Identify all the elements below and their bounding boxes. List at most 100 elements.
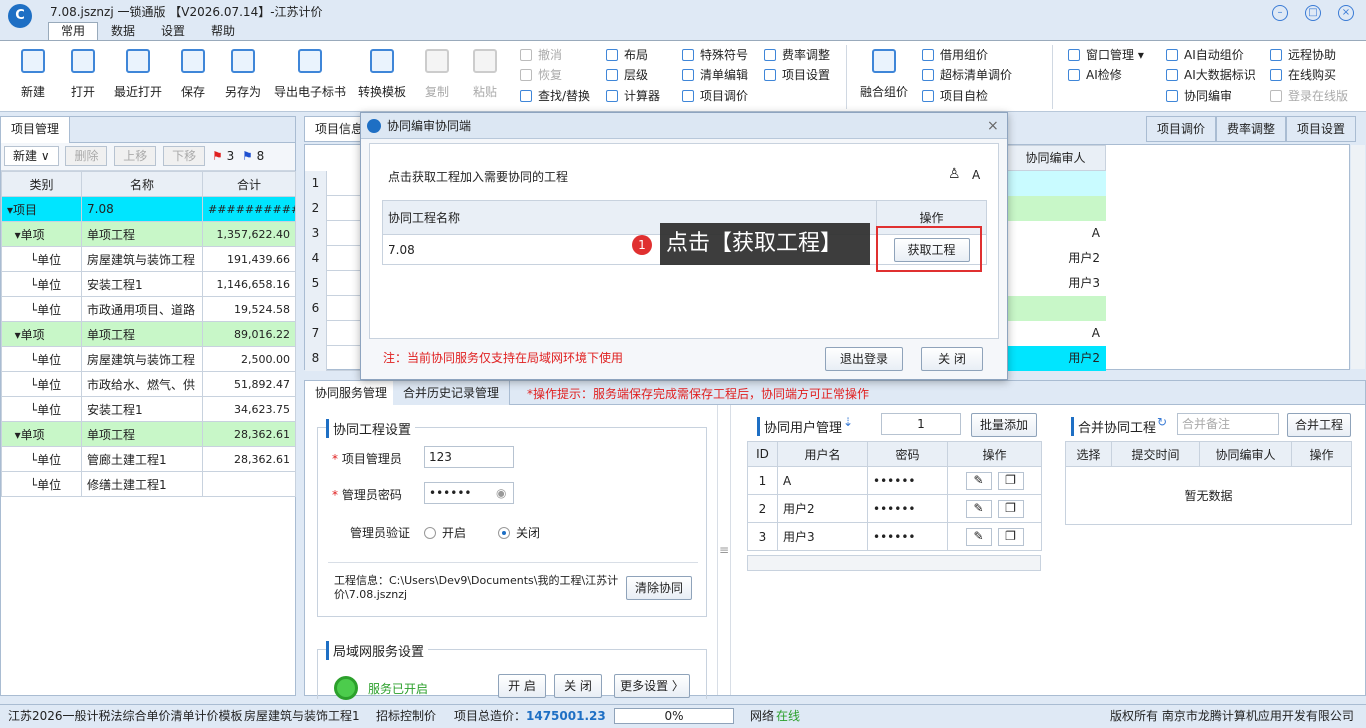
- new-button[interactable]: 新建: [14, 47, 52, 107]
- layout-button[interactable]: 布局: [606, 45, 648, 65]
- tree-row[interactable]: └单位 市政给水、燃气、供 51,892.47: [1, 371, 296, 397]
- tree-row[interactable]: └单位 房屋建筑与装饰工程 191,439.66: [1, 246, 296, 272]
- paste-button[interactable]: 粘贴: [468, 47, 502, 107]
- open-button[interactable]: 打开: [64, 47, 102, 107]
- tab-merge-history[interactable]: 合并历史记录管理: [393, 381, 511, 405]
- project-self-check-button[interactable]: 项目自检: [922, 86, 988, 106]
- manager-field[interactable]: 123: [424, 446, 514, 468]
- tree-row[interactable]: ▾单项 单项工程 1,357,622.40: [1, 221, 296, 247]
- cart-icon: [1270, 69, 1282, 81]
- logout-button[interactable]: 退出登录: [825, 347, 903, 371]
- vertical-scrollbar[interactable]: [1351, 145, 1365, 369]
- red-flag-icon[interactable]: ⚑: [212, 149, 223, 163]
- tab-collab-service[interactable]: 协同服务管理: [305, 381, 399, 405]
- tree-row[interactable]: └单位 管廊土建工程1 28,362.61: [1, 446, 296, 472]
- project-settings-button[interactable]: 项目设置: [764, 65, 830, 85]
- tab-common[interactable]: 常用: [48, 22, 98, 40]
- tree-row[interactable]: ▾单项 单项工程 28,362.61: [1, 421, 296, 447]
- ribbon-separator: [846, 45, 847, 109]
- edit-icon[interactable]: ✎: [965, 527, 992, 546]
- user-row[interactable]: 3 用户3 •••••• ✎ ❐: [747, 522, 1042, 551]
- refresh-icon[interactable]: ↻: [1157, 415, 1167, 429]
- convert-template-button[interactable]: 转换模板: [354, 47, 410, 107]
- more-settings-button[interactable]: 更多设置 〉: [614, 674, 690, 698]
- stop-service-button[interactable]: 关 闭: [554, 674, 602, 698]
- clock-icon: [126, 49, 150, 73]
- export-bid-button[interactable]: 导出电子标书: [272, 47, 348, 107]
- online-buy-button[interactable]: 在线购买: [1270, 65, 1336, 85]
- over-limit-adjust-button[interactable]: 超标清单调价: [922, 65, 1012, 85]
- tab-data[interactable]: 数据: [98, 23, 148, 41]
- tab-help[interactable]: 帮助: [198, 23, 248, 41]
- tab-project-settings[interactable]: 项目设置: [1286, 116, 1357, 142]
- close-icon[interactable]: ×: [1338, 5, 1354, 21]
- horizontal-scrollbar[interactable]: [747, 555, 1041, 571]
- copy-icon[interactable]: ❐: [997, 499, 1024, 518]
- tree-row[interactable]: └单位 修缮土建工程1: [1, 471, 296, 497]
- splitter-handle[interactable]: ≡: [717, 405, 731, 695]
- tree-row[interactable]: └单位 市政通用项目、道路 19,524.58: [1, 296, 296, 322]
- ai-bigdata-button[interactable]: AI大数据标识: [1166, 65, 1256, 85]
- blue-flag-icon[interactable]: ⚑: [242, 149, 253, 163]
- user-row[interactable]: 1 A •••••• ✎ ❐: [747, 466, 1042, 495]
- collab-review-button[interactable]: 协同编审: [1166, 86, 1232, 106]
- ai-auto-pricing-button[interactable]: AI自动组价: [1166, 45, 1244, 65]
- tree-row[interactable]: └单位 房屋建筑与装饰工程 2,500.00: [1, 346, 296, 372]
- start-service-button[interactable]: 开 启: [498, 674, 546, 698]
- find-replace-button[interactable]: 查找/替换: [520, 86, 590, 106]
- tab-settings[interactable]: 设置: [148, 23, 198, 41]
- borrow-pricing-button[interactable]: 借用组价: [922, 45, 988, 65]
- restore-icon[interactable]: □: [1305, 5, 1321, 21]
- save-button[interactable]: 保存: [174, 47, 212, 107]
- fuse-pricing-button[interactable]: 融合组价: [856, 47, 912, 107]
- col-header-reviewer[interactable]: 协同编审人: [1005, 145, 1106, 171]
- download-icon[interactable]: ⇣: [843, 415, 853, 429]
- col-header-name[interactable]: 名称: [81, 171, 203, 197]
- move-down-button[interactable]: 下移: [163, 146, 206, 166]
- tab-price-adjust[interactable]: 项目调价: [1146, 116, 1217, 142]
- delete-button[interactable]: 删除: [65, 146, 108, 166]
- new-dropdown-button[interactable]: 新建 ∨: [4, 146, 59, 166]
- login-online-button[interactable]: 登录在线版: [1270, 86, 1348, 106]
- tab-rate-adjust[interactable]: 费率调整: [1216, 116, 1287, 142]
- undo-button[interactable]: 撤消: [520, 45, 562, 65]
- user-count-stepper[interactable]: 1: [881, 413, 961, 435]
- ai-repair-button[interactable]: AI检修: [1068, 65, 1122, 85]
- calculator-button[interactable]: 计算器: [606, 86, 660, 106]
- clear-collab-button[interactable]: 清除协同: [626, 576, 692, 600]
- user-row[interactable]: 2 用户2 •••••• ✎ ❐: [747, 494, 1042, 523]
- save-as-button[interactable]: 另存为: [220, 47, 266, 107]
- tree-row[interactable]: └单位 安装工程1 34,623.75: [1, 396, 296, 422]
- reviewer-cell: 用户3: [1005, 271, 1106, 296]
- level-button[interactable]: 层级: [606, 65, 648, 85]
- tree-row[interactable]: ▾单项 单项工程 89,016.22: [1, 321, 296, 347]
- col-header-type[interactable]: 类别: [1, 171, 82, 197]
- copy-button[interactable]: 复制: [420, 47, 454, 107]
- copy-icon[interactable]: ❐: [997, 527, 1024, 546]
- rate-adjust-button[interactable]: 费率调整: [764, 45, 830, 65]
- dialog-close-button[interactable]: 关 闭: [921, 347, 983, 371]
- close-icon[interactable]: ×: [987, 113, 999, 139]
- verify-off-radio[interactable]: 关闭: [498, 524, 540, 541]
- merge-note-input[interactable]: 合并备注: [1177, 413, 1279, 435]
- edit-icon[interactable]: ✎: [965, 499, 992, 518]
- special-symbol-button[interactable]: 特殊符号: [682, 45, 748, 65]
- merge-project-button[interactable]: 合并工程: [1287, 413, 1351, 437]
- tab-project-manage[interactable]: 项目管理: [1, 117, 71, 143]
- redo-button[interactable]: 恢复: [520, 65, 562, 85]
- project-price-adjust-button[interactable]: 项目调价: [682, 86, 748, 106]
- remote-assist-button[interactable]: 远程协助: [1270, 45, 1336, 65]
- tree-row[interactable]: └单位 安装工程1 1,146,658.16: [1, 271, 296, 297]
- minimize-icon[interactable]: –: [1272, 5, 1288, 21]
- verify-on-radio[interactable]: 开启: [424, 524, 466, 541]
- eye-icon[interactable]: ◉: [496, 486, 506, 500]
- col-header-total[interactable]: 合计: [202, 171, 296, 197]
- list-edit-button[interactable]: 清单编辑: [682, 65, 748, 85]
- tree-row[interactable]: ▾项目7.08###########: [1, 196, 296, 222]
- batch-add-button[interactable]: 批量添加: [971, 413, 1037, 437]
- copy-icon[interactable]: ❐: [997, 471, 1024, 490]
- recent-button[interactable]: 最近打开: [110, 47, 166, 107]
- move-up-button[interactable]: 上移: [114, 146, 157, 166]
- edit-icon[interactable]: ✎: [965, 471, 992, 490]
- window-manage-button[interactable]: 窗口管理 ▾: [1068, 45, 1144, 65]
